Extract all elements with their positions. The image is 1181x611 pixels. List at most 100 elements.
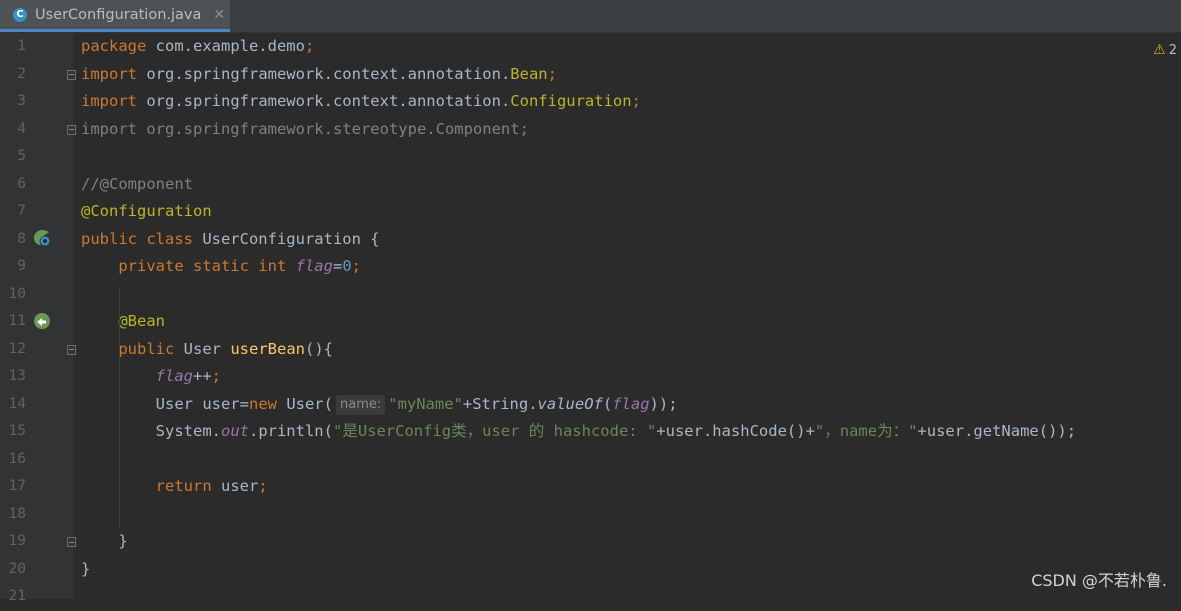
code-token: //@Component	[81, 174, 193, 193]
code-token: "myName"	[388, 394, 463, 413]
code-token: flag	[155, 367, 193, 385]
code-token: ;	[631, 92, 641, 110]
code-line[interactable]: return user;	[81, 473, 268, 501]
code-token: }	[118, 532, 128, 550]
line-number: 21	[8, 588, 26, 604]
inspection-widget[interactable]: ⚠ 2	[1153, 42, 1177, 58]
code-token: @Configuration	[81, 202, 212, 220]
class-c-icon: C	[13, 7, 27, 22]
line-number: 16	[8, 450, 26, 467]
code-token: ;	[547, 64, 557, 83]
line-number: 1	[17, 38, 26, 54]
fold-marker-icon[interactable]	[67, 124, 76, 135]
code-token: new	[248, 394, 277, 413]
line-number: 15	[8, 423, 26, 439]
code-token: =	[332, 257, 343, 275]
code-line[interactable]: User user=new User(name: "myName"+String.…	[81, 391, 678, 419]
tab-userconfiguration[interactable]: C UserConfiguration.java ✕	[0, 0, 230, 32]
spring-bean-class-icon[interactable]	[33, 229, 51, 247]
code-token: 0	[342, 257, 352, 275]
code-line[interactable]: @Configuration	[81, 198, 212, 226]
code-token: User(	[276, 394, 333, 413]
line-number: 19	[8, 533, 26, 549]
code-line[interactable]: private static int flag=0;	[81, 253, 361, 281]
line-number: 13	[8, 368, 26, 384]
code-token: flag	[612, 394, 650, 413]
line-number: 4	[17, 120, 26, 137]
code-token: return	[155, 477, 212, 495]
line-number: 12	[8, 340, 26, 357]
warning-triangle-icon: ⚠	[1153, 42, 1166, 58]
code-token: +String.	[462, 394, 538, 413]
code-token: }	[81, 559, 91, 578]
editor-tab-bar: C UserConfiguration.java ✕	[0, 0, 1181, 33]
code-token: Bean	[510, 64, 548, 83]
code-token: flag	[295, 257, 333, 275]
indent-guide	[119, 288, 120, 528]
tab-title: UserConfiguration.java	[35, 6, 202, 23]
code-token: import org.springframework.stereotype.Co…	[81, 119, 529, 138]
code-token: @Bean	[118, 312, 165, 330]
code-token: User	[174, 339, 231, 358]
code-token: import	[81, 92, 137, 110]
code-token: UserConfiguration {	[192, 229, 380, 248]
code-line[interactable]: }	[81, 528, 128, 556]
code-token: user	[211, 477, 259, 495]
code-line[interactable]: flag++;	[81, 363, 221, 391]
code-token: import	[81, 64, 137, 83]
code-line[interactable]: public class UserConfiguration {	[81, 226, 380, 254]
warning-count: 2	[1168, 42, 1177, 58]
spring-bean-method-icon[interactable]	[33, 312, 51, 330]
parameter-hint: name:	[335, 394, 386, 415]
code-token: private static int	[118, 257, 296, 275]
line-number: 5	[17, 148, 26, 164]
code-line[interactable]: package com.example.demo;	[81, 33, 314, 61]
line-number: 7	[17, 203, 26, 219]
code-token: "，name为："	[814, 422, 918, 440]
close-icon[interactable]: ✕	[213, 7, 225, 23]
code-token: System.	[155, 422, 221, 440]
line-number: 3	[17, 93, 26, 109]
code-token: ;	[211, 367, 221, 385]
code-token: Configuration	[510, 92, 632, 110]
code-line[interactable]: //@Component	[81, 171, 193, 199]
line-number: 6	[17, 175, 26, 192]
code-token: ;	[258, 477, 268, 495]
code-token: org.springframework.context.annotation.	[137, 64, 511, 83]
fold-marker-icon[interactable]	[67, 537, 76, 547]
fold-marker-icon[interactable]	[67, 69, 76, 80]
code-token: +user.getName());	[917, 422, 1077, 440]
line-number: 9	[17, 258, 26, 274]
code-token: ++	[192, 367, 212, 385]
code-line[interactable]: import org.springframework.context.annot…	[81, 61, 557, 89]
code-token: valueOf	[537, 394, 603, 413]
line-number: 20	[8, 560, 26, 577]
code-line[interactable]: import org.springframework.stereotype.Co…	[81, 116, 529, 144]
code-line[interactable]: import org.springframework.context.annot…	[81, 88, 641, 116]
code-token: ));	[649, 394, 678, 413]
line-number: 8	[17, 230, 26, 247]
code-token: userBean	[230, 339, 305, 358]
line-number: 2	[17, 65, 26, 82]
fold-marker-icon[interactable]	[67, 344, 76, 355]
line-number: 10	[8, 285, 26, 302]
code-line[interactable]: @Bean	[81, 308, 165, 336]
code-token: out	[220, 422, 249, 440]
code-line[interactable]: System.out.println("是UserConfig类，user 的 …	[81, 418, 1076, 446]
code-token: User user=	[155, 394, 249, 413]
code-token: ;	[351, 257, 361, 275]
code-token: org.springframework.context.annotation.	[137, 92, 511, 110]
code-token: public	[118, 339, 175, 358]
watermark: CSDN @不若朴鲁.	[1031, 571, 1167, 590]
code-line[interactable]: }	[81, 556, 90, 584]
code-token: +user.hashCode()+	[656, 422, 815, 440]
code-token: package	[81, 37, 147, 55]
code-token: (){	[304, 339, 333, 358]
code-token: ;	[304, 37, 315, 55]
code-token: public class	[81, 229, 193, 248]
code-token: "是UserConfig类，user 的 hashcode: "	[332, 422, 657, 440]
